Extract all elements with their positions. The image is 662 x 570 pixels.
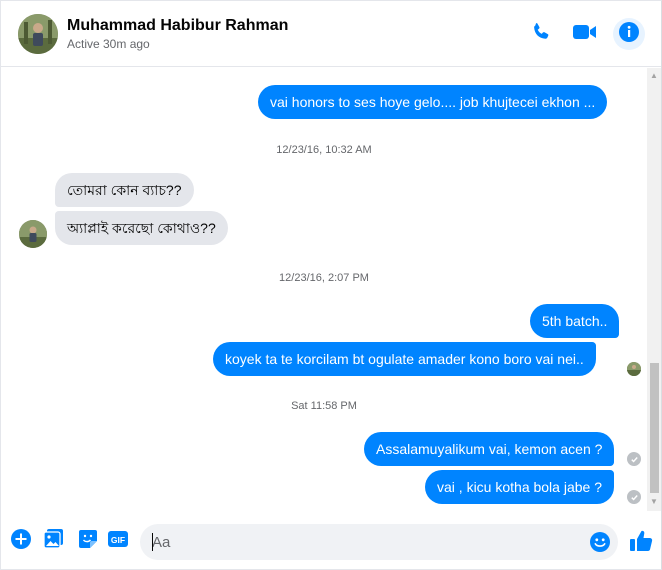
attach-photo-button[interactable] (43, 528, 65, 555)
message-input-wrapper[interactable] (140, 524, 618, 560)
scroll-up-arrow-icon[interactable]: ▲ (650, 72, 658, 80)
gif-icon: GIF (107, 528, 129, 555)
timestamp: 12/23/16, 2:07 PM (279, 272, 369, 284)
chat-window: Muhammad Habibur Rahman Active 30m ago v… (0, 0, 662, 570)
sender-avatar (19, 220, 47, 248)
sticker-icon (77, 528, 99, 555)
message-outgoing[interactable]: vai , kicu kotha bola jabe ? (425, 470, 614, 504)
emoji-button[interactable] (589, 531, 611, 553)
phone-icon (530, 21, 552, 48)
thumbs-up-icon (628, 530, 654, 558)
phone-call-button[interactable] (528, 21, 554, 47)
message-composer: GIF (1, 513, 661, 569)
message-incoming[interactable]: অ্যাপ্লাই করেছো কোথাও?? (55, 211, 228, 245)
video-camera-icon (572, 21, 598, 48)
video-call-button[interactable] (572, 21, 598, 47)
active-status: Active 30m ago (67, 37, 150, 51)
plus-icon (10, 528, 32, 555)
message-outgoing[interactable]: koyek ta te korcilam bt ogulate amader k… (213, 342, 596, 376)
message-input[interactable] (152, 524, 582, 560)
send-like-button[interactable] (628, 528, 654, 554)
contact-name[interactable]: Muhammad Habibur Rahman (67, 17, 288, 35)
more-actions-button[interactable] (10, 528, 32, 555)
text-caret (152, 533, 153, 551)
photo-icon (43, 528, 65, 555)
message-list[interactable]: vai honors to ses hoye gelo.... job khuj… (1, 68, 647, 511)
emoji-icon (589, 532, 611, 557)
timestamp: 12/23/16, 10:32 AM (276, 144, 372, 156)
seen-indicator-avatar (627, 362, 641, 376)
avatar[interactable] (18, 14, 58, 54)
sticker-button[interactable] (77, 528, 99, 555)
message-outgoing[interactable]: Assalamuyalikum vai, kemon acen ? (364, 432, 615, 466)
delivered-check-icon (627, 490, 641, 504)
message-outgoing[interactable]: 5th batch.. (530, 304, 620, 338)
info-icon (618, 21, 640, 48)
message-outgoing[interactable]: vai honors to ses hoye gelo.... job khuj… (258, 85, 608, 119)
gif-button[interactable]: GIF (107, 530, 129, 552)
scroll-thumb[interactable] (650, 363, 659, 493)
message-incoming[interactable]: তোমরা কোন ব্যাচ?? (55, 173, 194, 207)
scroll-down-arrow-icon[interactable]: ▼ (650, 498, 658, 506)
conversation-header: Muhammad Habibur Rahman Active 30m ago (1, 1, 661, 67)
svg-text:GIF: GIF (111, 535, 125, 545)
timestamp: Sat 11:58 PM (291, 400, 357, 412)
conversation-info-button[interactable] (613, 18, 645, 50)
message-scrollbar[interactable]: ▲ ▼ (647, 68, 661, 511)
delivered-check-icon (627, 452, 641, 466)
